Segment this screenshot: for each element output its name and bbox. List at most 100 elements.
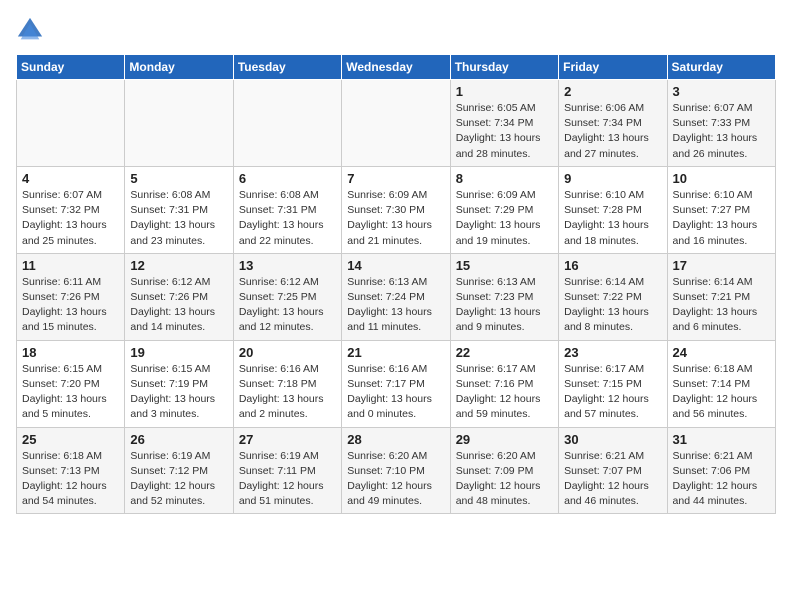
calendar-cell: 22 Sunrise: 6:17 AMSunset: 7:16 PMDayligh…: [450, 340, 558, 427]
calendar-cell: 12 Sunrise: 6:12 AMSunset: 7:26 PMDayligh…: [125, 253, 233, 340]
day-number: 30: [564, 432, 661, 447]
calendar-cell: 17Sunrise: 6:14 AMSunset: 7:21 PMDayligh…: [667, 253, 775, 340]
day-info: Sunrise: 6:21 AMSunset: 7:06 PMDaylight:…: [673, 449, 770, 510]
day-info: Sunrise: 6:07 AMSunset: 7:32 PMDaylight:…: [22, 188, 119, 249]
day-number: 28: [347, 432, 444, 447]
day-header: Saturday: [667, 55, 775, 80]
calendar-cell: 7 Sunrise: 6:09 AMSunset: 7:30 PMDaylight…: [342, 166, 450, 253]
day-info: Sunrise: 6:17 AMSunset: 7:16 PMDaylight:…: [456, 362, 553, 423]
day-info: Sunrise: 6:14 AMSunset: 7:22 PMDaylight:…: [564, 275, 661, 336]
day-info: Sunrise: 6:05 AMSunset: 7:34 PMDaylight:…: [456, 101, 553, 162]
day-number: 22: [456, 345, 553, 360]
day-number: 20: [239, 345, 336, 360]
calendar-cell: 25 Sunrise: 6:18 AMSunset: 7:13 PMDayligh…: [17, 427, 125, 514]
calendar-cell: 23 Sunrise: 6:17 AMSunset: 7:15 PMDayligh…: [559, 340, 667, 427]
day-info: Sunrise: 6:07 AMSunset: 7:33 PMDaylight:…: [673, 101, 770, 162]
calendar-cell: 14Sunrise: 6:13 AMSunset: 7:24 PMDayligh…: [342, 253, 450, 340]
day-header: Friday: [559, 55, 667, 80]
calendar-cell: 10 Sunrise: 6:10 AMSunset: 7:27 PMDayligh…: [667, 166, 775, 253]
calendar-week-row: 1 Sunrise: 6:05 AMSunset: 7:34 PMDaylight…: [17, 80, 776, 167]
day-info: Sunrise: 6:17 AMSunset: 7:15 PMDaylight:…: [564, 362, 661, 423]
day-number: 8: [456, 171, 553, 186]
calendar-cell: 19 Sunrise: 6:15 AMSunset: 7:19 PMDayligh…: [125, 340, 233, 427]
day-number: 2: [564, 84, 661, 99]
day-number: 23: [564, 345, 661, 360]
day-number: 27: [239, 432, 336, 447]
day-number: 1: [456, 84, 553, 99]
day-number: 13: [239, 258, 336, 273]
day-info: Sunrise: 6:19 AMSunset: 7:12 PMDaylight:…: [130, 449, 227, 510]
calendar-cell: 9 Sunrise: 6:10 AMSunset: 7:28 PMDaylight…: [559, 166, 667, 253]
calendar-cell: 2 Sunrise: 6:06 AMSunset: 7:34 PMDaylight…: [559, 80, 667, 167]
calendar-cell: 31Sunrise: 6:21 AMSunset: 7:06 PMDayligh…: [667, 427, 775, 514]
day-number: 26: [130, 432, 227, 447]
calendar-cell: 6 Sunrise: 6:08 AMSunset: 7:31 PMDaylight…: [233, 166, 341, 253]
calendar-cell: [233, 80, 341, 167]
day-number: 10: [673, 171, 770, 186]
day-info: Sunrise: 6:09 AMSunset: 7:29 PMDaylight:…: [456, 188, 553, 249]
calendar-cell: 1 Sunrise: 6:05 AMSunset: 7:34 PMDaylight…: [450, 80, 558, 167]
day-info: Sunrise: 6:16 AMSunset: 7:18 PMDaylight:…: [239, 362, 336, 423]
day-header: Monday: [125, 55, 233, 80]
logo: [16, 16, 48, 44]
day-info: Sunrise: 6:18 AMSunset: 7:14 PMDaylight:…: [673, 362, 770, 423]
day-info: Sunrise: 6:12 AMSunset: 7:25 PMDaylight:…: [239, 275, 336, 336]
calendar-cell: 15 Sunrise: 6:13 AMSunset: 7:23 PMDayligh…: [450, 253, 558, 340]
calendar-cell: [125, 80, 233, 167]
day-number: 4: [22, 171, 119, 186]
calendar-week-row: 4 Sunrise: 6:07 AMSunset: 7:32 PMDaylight…: [17, 166, 776, 253]
calendar-week-row: 11 Sunrise: 6:11 AMSunset: 7:26 PMDayligh…: [17, 253, 776, 340]
day-number: 6: [239, 171, 336, 186]
day-number: 14: [347, 258, 444, 273]
day-info: Sunrise: 6:16 AMSunset: 7:17 PMDaylight:…: [347, 362, 444, 423]
calendar-cell: 3 Sunrise: 6:07 AMSunset: 7:33 PMDaylight…: [667, 80, 775, 167]
day-info: Sunrise: 6:11 AMSunset: 7:26 PMDaylight:…: [22, 275, 119, 336]
calendar-cell: 18 Sunrise: 6:15 AMSunset: 7:20 PMDayligh…: [17, 340, 125, 427]
day-number: 7: [347, 171, 444, 186]
day-number: 24: [673, 345, 770, 360]
day-number: 11: [22, 258, 119, 273]
day-info: Sunrise: 6:15 AMSunset: 7:20 PMDaylight:…: [22, 362, 119, 423]
day-number: 9: [564, 171, 661, 186]
day-info: Sunrise: 6:10 AMSunset: 7:27 PMDaylight:…: [673, 188, 770, 249]
calendar-week-row: 18 Sunrise: 6:15 AMSunset: 7:20 PMDayligh…: [17, 340, 776, 427]
day-number: 12: [130, 258, 227, 273]
day-number: 29: [456, 432, 553, 447]
day-number: 15: [456, 258, 553, 273]
day-header: Sunday: [17, 55, 125, 80]
calendar-cell: 16Sunrise: 6:14 AMSunset: 7:22 PMDayligh…: [559, 253, 667, 340]
day-info: Sunrise: 6:18 AMSunset: 7:13 PMDaylight:…: [22, 449, 119, 510]
day-number: 19: [130, 345, 227, 360]
day-info: Sunrise: 6:15 AMSunset: 7:19 PMDaylight:…: [130, 362, 227, 423]
calendar-cell: 27Sunrise: 6:19 AMSunset: 7:11 PMDayligh…: [233, 427, 341, 514]
day-number: 18: [22, 345, 119, 360]
day-info: Sunrise: 6:06 AMSunset: 7:34 PMDaylight:…: [564, 101, 661, 162]
calendar-cell: 4 Sunrise: 6:07 AMSunset: 7:32 PMDaylight…: [17, 166, 125, 253]
calendar-cell: 26 Sunrise: 6:19 AMSunset: 7:12 PMDayligh…: [125, 427, 233, 514]
day-number: 5: [130, 171, 227, 186]
calendar-cell: [342, 80, 450, 167]
day-info: Sunrise: 6:13 AMSunset: 7:23 PMDaylight:…: [456, 275, 553, 336]
calendar-cell: 29 Sunrise: 6:20 AMSunset: 7:09 PMDayligh…: [450, 427, 558, 514]
day-header: Tuesday: [233, 55, 341, 80]
day-info: Sunrise: 6:10 AMSunset: 7:28 PMDaylight:…: [564, 188, 661, 249]
calendar-cell: 30 Sunrise: 6:21 AMSunset: 7:07 PMDayligh…: [559, 427, 667, 514]
calendar-cell: 5Sunrise: 6:08 AMSunset: 7:31 PMDaylight…: [125, 166, 233, 253]
day-header: Thursday: [450, 55, 558, 80]
calendar-cell: 28Sunrise: 6:20 AMSunset: 7:10 PMDayligh…: [342, 427, 450, 514]
day-number: 17: [673, 258, 770, 273]
day-info: Sunrise: 6:09 AMSunset: 7:30 PMDaylight:…: [347, 188, 444, 249]
day-info: Sunrise: 6:12 AMSunset: 7:26 PMDaylight:…: [130, 275, 227, 336]
day-number: 25: [22, 432, 119, 447]
calendar-cell: 13 Sunrise: 6:12 AMSunset: 7:25 PMDayligh…: [233, 253, 341, 340]
calendar-cell: 11 Sunrise: 6:11 AMSunset: 7:26 PMDayligh…: [17, 253, 125, 340]
day-number: 3: [673, 84, 770, 99]
day-info: Sunrise: 6:21 AMSunset: 7:07 PMDaylight:…: [564, 449, 661, 510]
calendar-cell: 8 Sunrise: 6:09 AMSunset: 7:29 PMDaylight…: [450, 166, 558, 253]
calendar-header-row: SundayMondayTuesdayWednesdayThursdayFrid…: [17, 55, 776, 80]
day-info: Sunrise: 6:20 AMSunset: 7:09 PMDaylight:…: [456, 449, 553, 510]
logo-icon: [16, 16, 44, 44]
day-number: 21: [347, 345, 444, 360]
calendar-cell: [17, 80, 125, 167]
day-info: Sunrise: 6:08 AMSunset: 7:31 PMDaylight:…: [239, 188, 336, 249]
